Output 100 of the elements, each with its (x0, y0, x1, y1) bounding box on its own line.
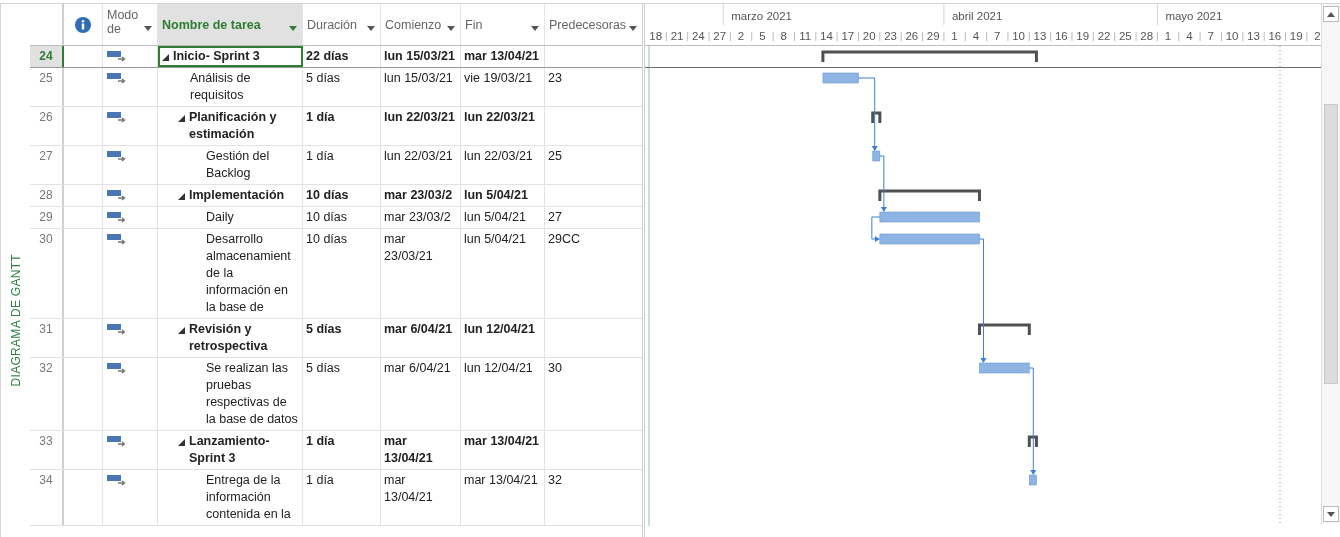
day-label: 13 (1033, 30, 1047, 42)
task-mode-icon (107, 362, 127, 374)
dropdown-caret-icon[interactable] (447, 26, 455, 31)
day-label: 20 (862, 30, 876, 42)
row-number[interactable]: 25 (30, 68, 64, 106)
summary-bracket[interactable] (821, 50, 1038, 62)
finish-date-cell: lun 12/04/21 (461, 319, 545, 357)
duration-cell: 1 día (303, 107, 381, 145)
row-number[interactable]: 34 (30, 470, 64, 525)
link-arrow (879, 155, 887, 212)
day-label: 16 (1054, 30, 1068, 42)
dropdown-caret-icon[interactable] (531, 26, 539, 31)
finish-date-cell: mar 13/04/21 (461, 431, 545, 469)
day-label: 19 (1076, 30, 1090, 42)
day-label: 10 (1012, 30, 1025, 42)
task-name: Implementación (189, 187, 285, 204)
duration-cell: 5 días (303, 68, 381, 106)
duration-cell: 1 día (303, 431, 381, 469)
day-label: 16 (1268, 30, 1282, 42)
day-label: 11 (799, 30, 812, 42)
day-label: 19 (1289, 30, 1303, 42)
predecessors-cell-text: 29CC (547, 231, 581, 248)
summary-bracket[interactable] (878, 189, 981, 201)
summary-bracket[interactable] (978, 323, 1031, 335)
row-number[interactable]: 29 (30, 207, 64, 228)
row-number[interactable]: 33 (30, 431, 64, 469)
day-label: 25 (1119, 30, 1132, 42)
day-label: 29 (926, 30, 940, 42)
row-number[interactable]: 24 (30, 46, 64, 67)
task-name: Inicio- Sprint 3 (173, 48, 260, 65)
predecessors-cell-text: 27 (547, 209, 563, 226)
start-date-cell: mar 6/04/21 (381, 319, 461, 357)
row-number[interactable]: 30 (30, 229, 64, 318)
day-label: 10 (1225, 30, 1239, 42)
start-date-cell: mar 23/03/2 (381, 207, 461, 228)
task-name: Análisis de requisitos (190, 70, 252, 104)
day-label: 18 (649, 30, 663, 42)
duration-cell: 5 días (303, 319, 381, 357)
task-mode-icon (107, 323, 127, 335)
predecessors-cell-text: 23 (547, 70, 563, 87)
collapse-triangle-icon[interactable] (178, 439, 185, 446)
start-date-cell: lun 22/03/21 (381, 146, 461, 184)
duration-cell: 22 días (303, 46, 381, 67)
day-label: 28 (1140, 30, 1154, 42)
start-date-cell: mar 13/04/21 (381, 470, 461, 525)
duration-cell: 5 días (303, 358, 381, 430)
task-name: Gestión del Backlog (206, 148, 271, 182)
day-label: 13 (1247, 30, 1260, 42)
day-label: 4 (1186, 30, 1193, 42)
task-mode-icon (107, 233, 127, 245)
scrollbar[interactable] (1321, 4, 1340, 524)
day-label: 17 (841, 30, 855, 42)
column-header[interactable]: Fin (461, 4, 545, 45)
start-date-cell: mar 13/04/21 (381, 431, 461, 469)
start-date-cell: mar 23/03/2 (381, 185, 461, 206)
column-header[interactable]: Comienzo (381, 4, 461, 45)
day-label: 8 (780, 30, 787, 42)
finish-date-cell: vie 19/03/21 (461, 68, 545, 106)
duration-cell: 1 día (303, 146, 381, 184)
dropdown-caret-icon[interactable] (144, 26, 152, 31)
finish-date-cell: lun 22/03/21 (461, 107, 545, 145)
summary-bracket[interactable] (1027, 435, 1038, 447)
dropdown-caret-icon[interactable] (289, 26, 297, 31)
day-label: 21 (670, 30, 684, 42)
scroll-down-button[interactable] (1323, 506, 1339, 522)
day-label: 2 (1314, 30, 1321, 42)
start-date-cell: lun 15/03/21 (381, 46, 461, 67)
day-label: 4 (972, 30, 980, 42)
column-header[interactable]: Predecesoras (545, 4, 642, 45)
task-name: Revisión y retrospectiva (189, 321, 269, 355)
day-label: 14 (820, 30, 833, 42)
day-label: 5 (759, 30, 766, 42)
task-name: Entrega de la información contenida en la (206, 472, 292, 523)
day-label: 22 (1097, 30, 1111, 42)
row-number[interactable]: 32 (30, 358, 64, 430)
task-name: Planificación y estimación (189, 109, 278, 143)
collapse-triangle-icon[interactable] (178, 193, 185, 200)
row-number[interactable]: 27 (30, 146, 64, 184)
collapse-triangle-icon[interactable] (178, 327, 185, 334)
row-number[interactable]: 31 (30, 319, 64, 357)
task-mode-icon (107, 435, 127, 447)
column-header[interactable]: Nombre de tarea (158, 4, 303, 45)
dropdown-caret-icon[interactable] (629, 26, 637, 31)
down-arrow-icon (1327, 511, 1335, 517)
summary-bracket[interactable] (871, 111, 882, 123)
collapse-triangle-icon[interactable] (162, 54, 169, 61)
finish-date-cell: mar 13/04/21 (461, 470, 545, 525)
task-mode-icon (107, 50, 127, 62)
day-label: 2 (737, 30, 745, 42)
scrollbar-thumb[interactable] (1324, 104, 1338, 384)
duration-cell: 10 días (303, 207, 381, 228)
dropdown-caret-icon[interactable] (367, 26, 375, 31)
task-mode-icon (107, 150, 127, 162)
column-header[interactable]: Duración (303, 4, 381, 45)
scroll-up-button[interactable] (1323, 6, 1339, 22)
start-date-cell: mar 23/03/21 (381, 229, 461, 318)
row-number[interactable]: 26 (30, 107, 64, 145)
predecessors-cell-text: 30 (547, 360, 563, 377)
row-number[interactable]: 28 (30, 185, 64, 206)
collapse-triangle-icon[interactable] (178, 115, 185, 122)
